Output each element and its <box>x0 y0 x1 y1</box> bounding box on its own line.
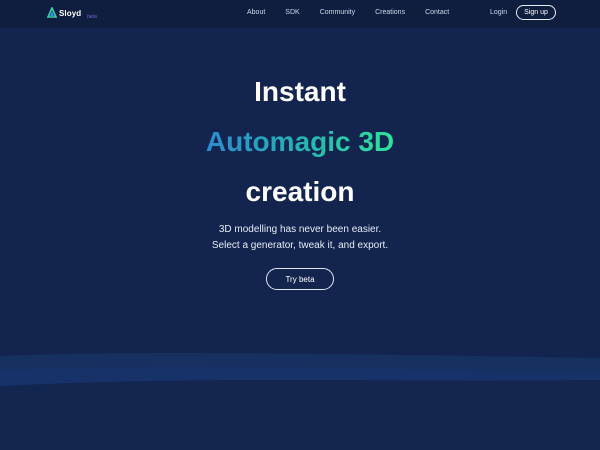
try-beta-button[interactable]: Try beta <box>266 268 334 290</box>
nav-link-creations[interactable]: Creations <box>365 8 415 18</box>
hero-title-gradient-text: Automagic 3D <box>205 126 395 157</box>
hero-subtitle-line-2: Select a generator, tweak it, and export… <box>211 240 389 251</box>
nav-link-community[interactable]: Community <box>310 8 365 18</box>
brand-logo[interactable]: Sloyd beta <box>47 5 97 21</box>
nav-link-about[interactable]: About <box>237 8 275 18</box>
decorative-wave <box>0 352 600 450</box>
hero-subtitle-line-1: 3D modelling has never been easier. <box>218 224 382 235</box>
login-link[interactable]: Login <box>490 8 507 18</box>
signup-button[interactable]: Sign up <box>516 5 556 20</box>
nav-link-sdk[interactable]: SDK <box>275 8 309 18</box>
nav-link-contact[interactable]: Contact <box>415 8 459 18</box>
hero-title-line-2: Automagic 3D <box>0 126 600 158</box>
nav-links: About SDK Community Creations Contact <box>237 8 459 18</box>
top-navbar: Sloyd beta About SDK Community Creations… <box>0 0 600 28</box>
brand-name: Sloyd <box>59 8 82 18</box>
brand-beta-label: beta <box>87 14 97 20</box>
hero-title-line-1: Instant <box>254 76 346 107</box>
sloyd-logo-icon <box>47 7 57 18</box>
hero-title-line-3: creation <box>245 176 355 207</box>
